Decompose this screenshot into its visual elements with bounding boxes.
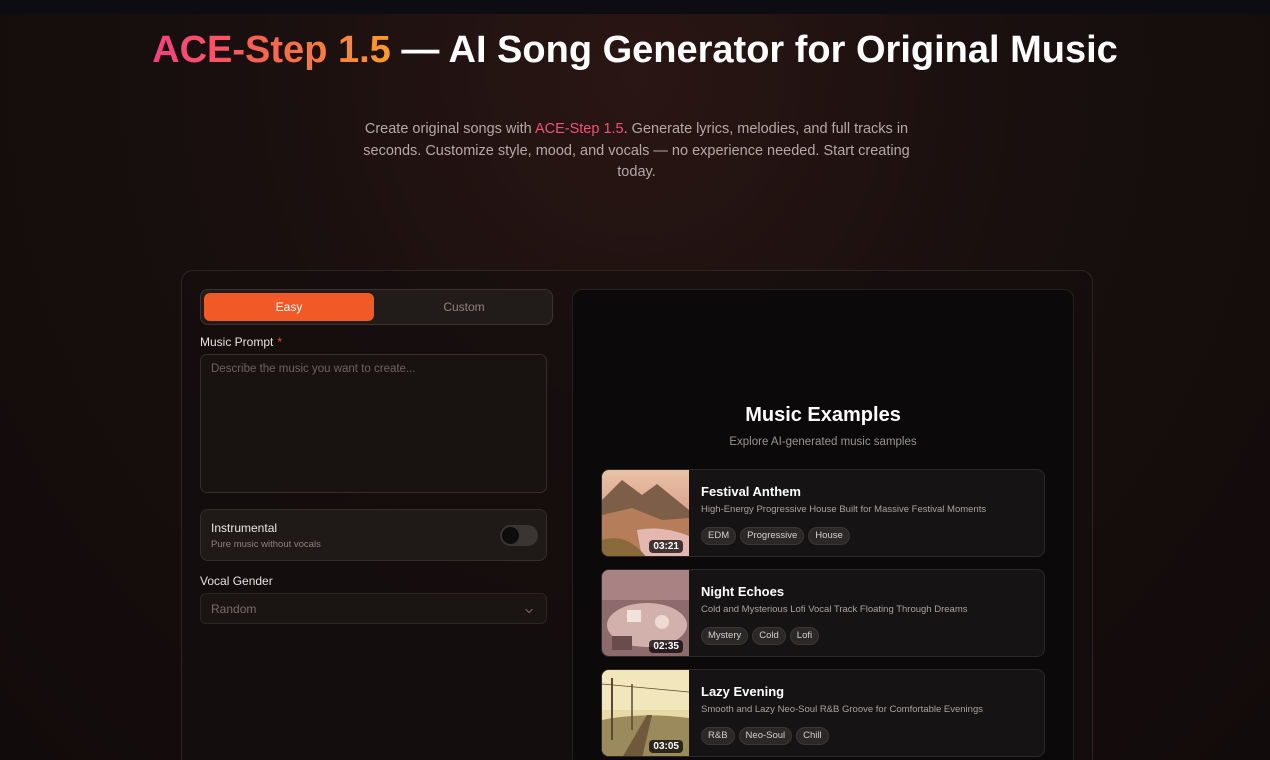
subtitle-brand: ACE-Step 1.5 (534, 121, 624, 137)
toggle-knob (502, 527, 519, 544)
tag: House (808, 527, 850, 545)
vocal-gender-label: Vocal Gender (200, 574, 273, 588)
vocal-gender-select[interactable]: Random (200, 593, 547, 624)
tag: Mystery (701, 627, 749, 645)
track-title: Lazy Evening (701, 684, 785, 699)
track-duration: 02:35 (649, 640, 683, 653)
page-title-rest: — AI Song Generator for Original Music (390, 29, 1118, 71)
tab-custom[interactable]: Custom (379, 293, 549, 321)
track-thumbnail: 03:05 (602, 670, 689, 756)
track-title: Festival Anthem (701, 484, 801, 499)
instrumental-card: Instrumental Pure music without vocals (200, 509, 547, 561)
track-title: Night Echoes (701, 584, 785, 599)
page-title-brand: ACE-Step 1.5 (152, 29, 391, 71)
music-prompt-input[interactable] (200, 354, 547, 493)
track-card-lazy-evening[interactable]: 03:05 Lazy Evening Smooth and Lazy Neo-S… (601, 669, 1045, 757)
track-tags: Mystery Cold Lofi (701, 627, 820, 645)
tag: EDM (701, 527, 737, 545)
track-description: High-Energy Progressive House Built for … (701, 504, 987, 515)
track-duration: 03:05 (649, 740, 683, 753)
track-description: Cold and Mysterious Lofi Vocal Track Flo… (701, 604, 968, 615)
track-card-festival-anthem[interactable]: 03:21 Festival Anthem High-Energy Progre… (601, 469, 1045, 557)
track-duration: 03:21 (649, 540, 683, 553)
tag: Chill (796, 727, 829, 745)
browser-top-strip (0, 0, 1270, 14)
vocal-gender-value: Random (211, 602, 257, 616)
instrumental-toggle[interactable] (500, 525, 538, 546)
tag: R&B (701, 727, 735, 745)
required-mark: * (277, 335, 283, 349)
examples-subtitle: Explore AI-generated music samples (729, 436, 917, 448)
chevron-down-icon (524, 603, 534, 621)
track-tags: R&B Neo-Soul Chill (701, 727, 829, 745)
examples-title: Music Examples (745, 404, 901, 426)
track-card-night-echoes[interactable]: 02:35 Night Echoes Cold and Mysterious L… (601, 569, 1045, 657)
instrumental-title: Instrumental (211, 521, 278, 535)
track-tags: EDM Progressive House (701, 527, 850, 545)
tag: Progressive (740, 527, 805, 545)
tag: Lofi (789, 627, 820, 645)
track-thumbnail: 02:35 (602, 570, 689, 656)
music-prompt-label: Music Prompt * (200, 335, 282, 349)
tag: Neo-Soul (738, 727, 793, 745)
tag: Cold (752, 627, 786, 645)
mode-toggle: Easy Custom (200, 289, 553, 325)
track-thumbnail: 03:21 (602, 470, 689, 556)
page-title: ACE-Step 1.5 — AI Song Generator for Ori… (0, 31, 1270, 69)
tab-easy[interactable]: Easy (204, 293, 374, 321)
instrumental-description: Pure music without vocals (211, 539, 321, 550)
subtitle-pre: Create original songs with (364, 121, 535, 137)
music-prompt-label-text: Music Prompt (200, 335, 274, 349)
page-subtitle: Create original songs with ACE-Step 1.5.… (345, 119, 928, 184)
track-description: Smooth and Lazy Neo-Soul R&B Groove for … (701, 704, 983, 715)
